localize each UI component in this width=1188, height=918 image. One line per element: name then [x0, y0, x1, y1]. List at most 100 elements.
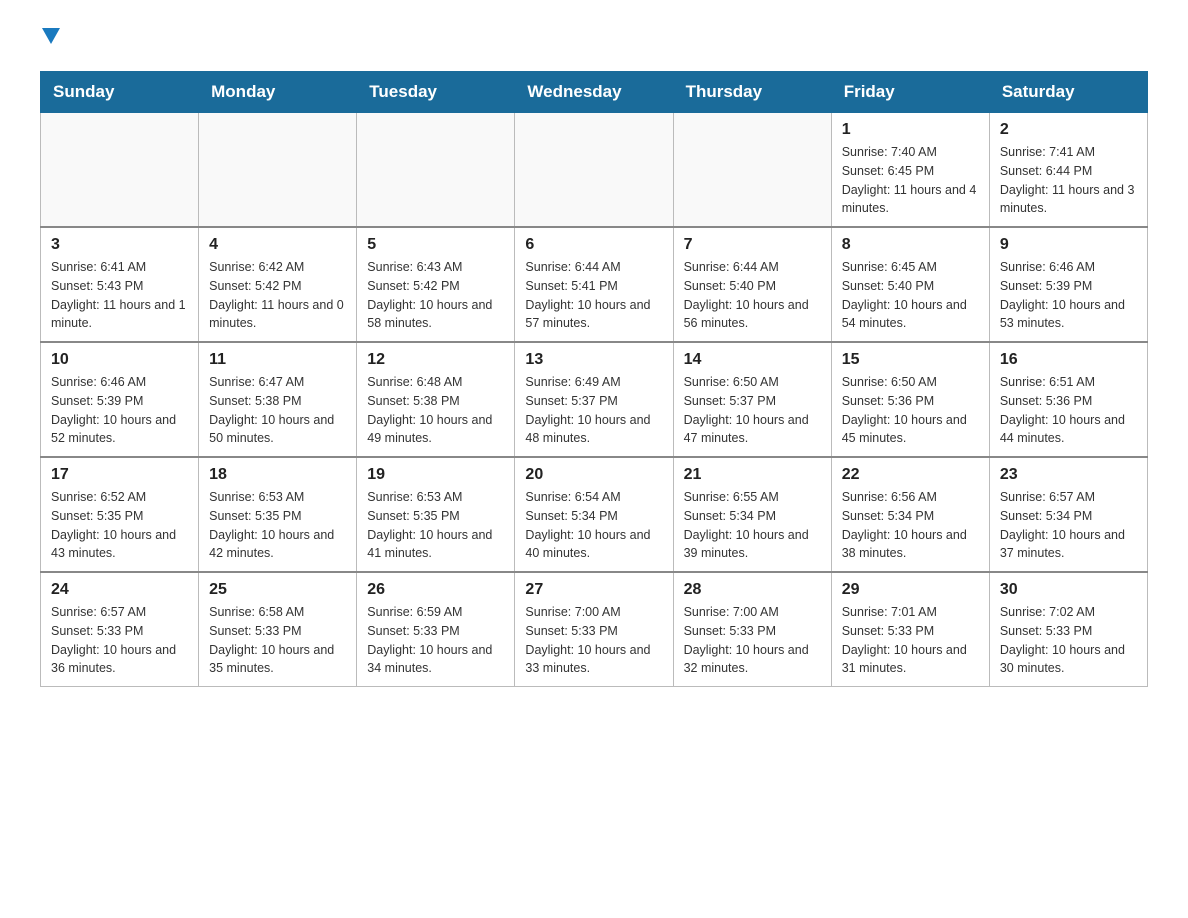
day-info: Sunrise: 6:56 AM Sunset: 5:34 PM Dayligh… [842, 488, 979, 563]
page-header [40, 30, 1148, 51]
day-number: 12 [367, 351, 504, 369]
day-info: Sunrise: 7:41 AM Sunset: 6:44 PM Dayligh… [1000, 143, 1137, 218]
calendar-cell: 8Sunrise: 6:45 AM Sunset: 5:40 PM Daylig… [831, 227, 989, 342]
day-number: 23 [1000, 466, 1137, 484]
day-info: Sunrise: 6:57 AM Sunset: 5:34 PM Dayligh… [1000, 488, 1137, 563]
calendar-row-4: 17 Sunrise: 6:52 AM Sunset: 5:35 PM Dayli… [41, 457, 1148, 572]
calendar-cell: 12Sunrise: 6:48 AM Sunset: 5:38 PM Dayli… [357, 342, 515, 457]
calendar-cell: 4Sunrise: 6:42 AM Sunset: 5:42 PM Daylig… [199, 227, 357, 342]
day-info: Sunrise: 6:55 AM Sunset: 5:34 PM Dayligh… [684, 488, 821, 563]
day-info: Sunrise: 6:41 AM Sunset: 5:43 PM Dayligh… [51, 258, 188, 333]
day-number: 14 [684, 351, 821, 369]
day-number: 22 [842, 466, 979, 484]
day-number: 10 [51, 351, 188, 369]
day-info: Sunrise: 6:46 AM Sunset: 5:39 PM Dayligh… [51, 373, 188, 448]
calendar-cell: 6Sunrise: 6:44 AM Sunset: 5:41 PM Daylig… [515, 227, 673, 342]
day-info: Sunrise: 6:52 AM Sunset: 5:35 PM Dayligh… [51, 488, 188, 563]
weekday-header-thursday: Thursday [673, 72, 831, 113]
calendar-cell [673, 113, 831, 228]
weekday-header-saturday: Saturday [989, 72, 1147, 113]
weekday-header-sunday: Sunday [41, 72, 199, 113]
day-number: 19 [367, 466, 504, 484]
calendar-row-3: 10 Sunrise: 6:46 AM Sunset: 5:39 PM Dayli… [41, 342, 1148, 457]
weekday-header-tuesday: Tuesday [357, 72, 515, 113]
day-number: 30 [1000, 581, 1137, 599]
day-info: Sunrise: 6:53 AM Sunset: 5:35 PM Dayligh… [209, 488, 346, 563]
day-info: Sunrise: 6:57 AM Sunset: 5:33 PM Dayligh… [51, 603, 188, 678]
day-info: Sunrise: 7:00 AM Sunset: 5:33 PM Dayligh… [684, 603, 821, 678]
day-number: 8 [842, 236, 979, 254]
calendar-row-1: 1 Sunrise: 7:40 AM Sunset: 6:45 PM Daylig… [41, 113, 1148, 228]
day-number: 4 [209, 236, 346, 254]
day-info: Sunrise: 7:00 AM Sunset: 5:33 PM Dayligh… [525, 603, 662, 678]
calendar-cell: 13 Sunrise: 6:49 AM Sunset: 5:37 PM Dayli… [515, 342, 673, 457]
weekday-header-row: SundayMondayTuesdayWednesdayThursdayFrid… [41, 72, 1148, 113]
day-number: 1 [842, 121, 979, 139]
day-number: 26 [367, 581, 504, 599]
calendar-cell: 19 Sunrise: 6:53 AM Sunset: 5:35 PM Dayli… [357, 457, 515, 572]
day-number: 20 [525, 466, 662, 484]
day-number: 3 [51, 236, 188, 254]
calendar-cell: 17 Sunrise: 6:52 AM Sunset: 5:35 PM Dayli… [41, 457, 199, 572]
day-number: 29 [842, 581, 979, 599]
calendar-cell: 22 Sunrise: 6:56 AM Sunset: 5:34 PM Dayli… [831, 457, 989, 572]
calendar-cell: 20 Sunrise: 6:54 AM Sunset: 5:34 PM Dayli… [515, 457, 673, 572]
logo [40, 30, 60, 51]
day-info: Sunrise: 7:01 AM Sunset: 5:33 PM Dayligh… [842, 603, 979, 678]
calendar-cell: 2 Sunrise: 7:41 AM Sunset: 6:44 PM Daylig… [989, 113, 1147, 228]
calendar-cell: 26 Sunrise: 6:59 AM Sunset: 5:33 PM Dayli… [357, 572, 515, 687]
calendar-cell: 5 Sunrise: 6:43 AM Sunset: 5:42 PM Daylig… [357, 227, 515, 342]
calendar-cell: 29 Sunrise: 7:01 AM Sunset: 5:33 PM Dayli… [831, 572, 989, 687]
day-number: 18 [209, 466, 346, 484]
day-info: Sunrise: 6:50 AM Sunset: 5:36 PM Dayligh… [842, 373, 979, 448]
calendar-cell: 9 Sunrise: 6:46 AM Sunset: 5:39 PM Daylig… [989, 227, 1147, 342]
day-info: Sunrise: 6:53 AM Sunset: 5:35 PM Dayligh… [367, 488, 504, 563]
day-number: 7 [684, 236, 821, 254]
day-info: Sunrise: 6:47 AM Sunset: 5:38 PM Dayligh… [209, 373, 346, 448]
day-number: 11 [209, 351, 346, 369]
day-info: Sunrise: 6:59 AM Sunset: 5:33 PM Dayligh… [367, 603, 504, 678]
day-info: Sunrise: 6:51 AM Sunset: 5:36 PM Dayligh… [1000, 373, 1137, 448]
calendar-table: SundayMondayTuesdayWednesdayThursdayFrid… [40, 71, 1148, 687]
weekday-header-wednesday: Wednesday [515, 72, 673, 113]
calendar-cell: 16 Sunrise: 6:51 AM Sunset: 5:36 PM Dayli… [989, 342, 1147, 457]
calendar-cell: 11 Sunrise: 6:47 AM Sunset: 5:38 PM Dayli… [199, 342, 357, 457]
day-number: 16 [1000, 351, 1137, 369]
calendar-cell: 3 Sunrise: 6:41 AM Sunset: 5:43 PM Daylig… [41, 227, 199, 342]
day-info: Sunrise: 6:54 AM Sunset: 5:34 PM Dayligh… [525, 488, 662, 563]
day-number: 27 [525, 581, 662, 599]
day-number: 15 [842, 351, 979, 369]
calendar-cell [357, 113, 515, 228]
calendar-cell: 30 Sunrise: 7:02 AM Sunset: 5:33 PM Dayli… [989, 572, 1147, 687]
day-number: 17 [51, 466, 188, 484]
weekday-header-monday: Monday [199, 72, 357, 113]
day-info: Sunrise: 7:02 AM Sunset: 5:33 PM Dayligh… [1000, 603, 1137, 678]
day-info: Sunrise: 6:44 AM Sunset: 5:41 PM Dayligh… [525, 258, 662, 333]
calendar-cell: 10 Sunrise: 6:46 AM Sunset: 5:39 PM Dayli… [41, 342, 199, 457]
day-info: Sunrise: 7:40 AM Sunset: 6:45 PM Dayligh… [842, 143, 979, 218]
day-number: 13 [525, 351, 662, 369]
day-number: 21 [684, 466, 821, 484]
calendar-cell: 24 Sunrise: 6:57 AM Sunset: 5:33 PM Dayli… [41, 572, 199, 687]
weekday-header-friday: Friday [831, 72, 989, 113]
day-info: Sunrise: 6:49 AM Sunset: 5:37 PM Dayligh… [525, 373, 662, 448]
day-number: 28 [684, 581, 821, 599]
day-number: 2 [1000, 121, 1137, 139]
calendar-cell: 1 Sunrise: 7:40 AM Sunset: 6:45 PM Daylig… [831, 113, 989, 228]
day-number: 9 [1000, 236, 1137, 254]
calendar-cell [515, 113, 673, 228]
day-info: Sunrise: 6:43 AM Sunset: 5:42 PM Dayligh… [367, 258, 504, 333]
day-number: 5 [367, 236, 504, 254]
calendar-cell [41, 113, 199, 228]
calendar-cell: 23 Sunrise: 6:57 AM Sunset: 5:34 PM Dayli… [989, 457, 1147, 572]
day-number: 24 [51, 581, 188, 599]
logo-triangle-icon [42, 28, 60, 49]
calendar-cell: 27 Sunrise: 7:00 AM Sunset: 5:33 PM Dayli… [515, 572, 673, 687]
day-info: Sunrise: 6:46 AM Sunset: 5:39 PM Dayligh… [1000, 258, 1137, 333]
calendar-cell: 25Sunrise: 6:58 AM Sunset: 5:33 PM Dayli… [199, 572, 357, 687]
day-number: 25 [209, 581, 346, 599]
day-info: Sunrise: 6:50 AM Sunset: 5:37 PM Dayligh… [684, 373, 821, 448]
calendar-row-2: 3 Sunrise: 6:41 AM Sunset: 5:43 PM Daylig… [41, 227, 1148, 342]
day-info: Sunrise: 6:44 AM Sunset: 5:40 PM Dayligh… [684, 258, 821, 333]
calendar-cell: 21 Sunrise: 6:55 AM Sunset: 5:34 PM Dayli… [673, 457, 831, 572]
